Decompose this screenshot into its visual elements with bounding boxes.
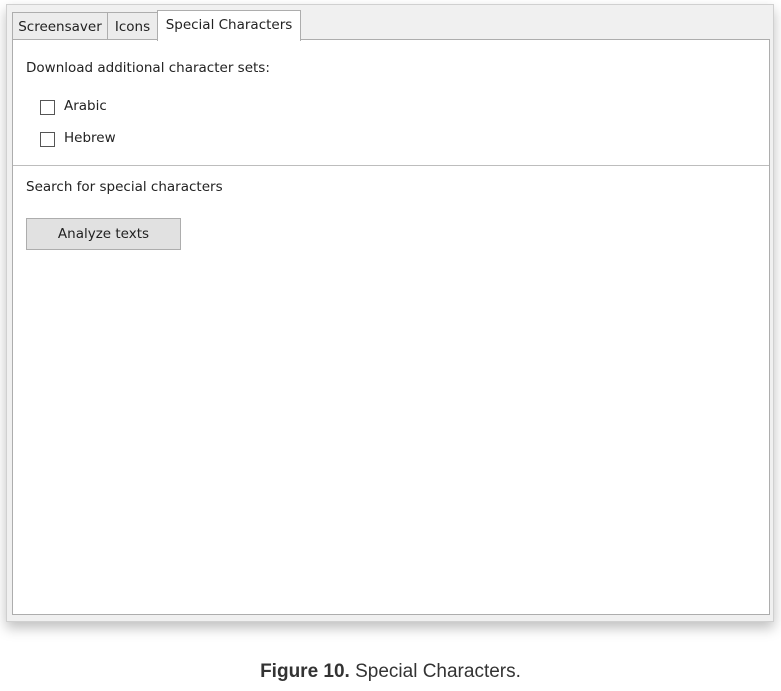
dialog-window: Screensaver Icons Special Characters Dow… xyxy=(6,4,774,622)
search-heading: Search for special characters xyxy=(26,179,223,195)
tab-panel: Download additional character sets: Arab… xyxy=(12,39,770,615)
section-divider xyxy=(13,165,769,166)
tab-screensaver[interactable]: Screensaver xyxy=(12,12,108,40)
figure-caption: Figure 10. Special Characters. xyxy=(0,661,781,683)
caption-text: Special Characters. xyxy=(349,661,521,682)
tab-icons[interactable]: Icons xyxy=(107,12,158,40)
hebrew-label[interactable]: Hebrew xyxy=(64,130,116,146)
analyze-texts-button[interactable]: Analyze texts xyxy=(26,218,181,250)
arabic-label[interactable]: Arabic xyxy=(64,98,107,114)
arabic-checkbox[interactable] xyxy=(40,100,55,115)
caption-number: Figure 10. xyxy=(260,661,350,682)
tab-special-characters[interactable]: Special Characters xyxy=(157,10,301,41)
hebrew-checkbox[interactable] xyxy=(40,132,55,147)
download-heading: Download additional character sets: xyxy=(26,60,270,76)
